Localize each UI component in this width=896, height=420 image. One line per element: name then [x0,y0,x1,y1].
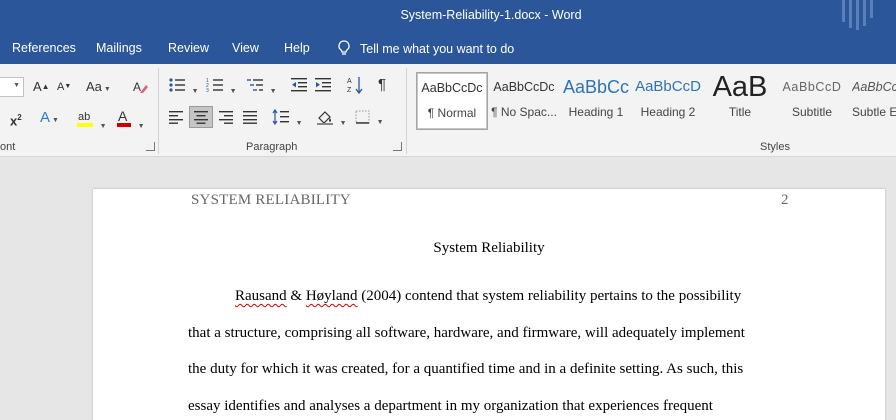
tab-references[interactable]: References [12,41,76,55]
style-title[interactable]: AaB Title [704,72,776,130]
borders-icon[interactable]: ▼ [355,110,384,131]
sort-icon[interactable]: AZ [346,75,364,99]
style-name: Heading 1 [568,105,624,119]
style-preview: AaBbCcD [635,78,701,95]
group-separator [406,68,407,154]
style-preview: AaBbCcD [852,80,896,94]
multilevel-list-icon[interactable]: ▼ [246,77,277,100]
lightbulb-icon [338,40,350,55]
title-bar: System-Reliability-1.docx - Word [0,0,896,34]
font-group-label: ont [0,141,16,153]
document-page[interactable]: SYSTEM RELIABILITY 2 System Reliability … [93,189,885,420]
clear-formatting-icon[interactable]: A [132,79,148,99]
shading-icon[interactable]: ▼ [316,109,347,132]
change-case-icon[interactable]: Aa ▼ [86,79,111,98]
grow-font-icon[interactable]: A▲ [33,79,50,95]
style-normal[interactable]: AaBbCcDc ¶ Normal [416,72,488,130]
highlight-color-swatch [77,123,93,127]
numbering-icon[interactable]: 123 ▼ [206,77,237,100]
style-preview: AaBbCc [562,77,630,97]
document-title: System Reliability [433,240,545,256]
styles-group-label: Styles [760,141,790,153]
font-color-icon[interactable]: A ▼ [116,108,145,135]
spelling-error[interactable]: Rausand [235,288,287,304]
font-dialog-launcher-icon[interactable] [146,142,155,151]
spelling-error[interactable]: Høyland [306,288,358,304]
font-size-box[interactable]: ▼ [0,77,24,97]
increase-indent-icon[interactable] [314,77,332,97]
style-name: Heading 2 [640,105,696,119]
decrease-indent-icon[interactable] [290,77,308,97]
style-name: ¶ Normal [427,106,477,120]
style-name: Title [728,105,752,119]
align-left-icon[interactable] [168,110,184,128]
style-preview: AaBbCcD [782,80,842,94]
style-heading-2[interactable]: AaBbCcD Heading 2 [632,72,704,130]
tab-view[interactable]: View [232,41,259,55]
tell-me-text: Tell me what you want to do [360,41,515,56]
body-line-1[interactable]: Rausand & Høyland (2004) contend that sy… [235,288,741,305]
style-no-spacing[interactable]: AaBbCcDc ¶ No Spac... [488,72,560,130]
tell-me-box[interactable]: Tell me what you want to do [337,40,514,57]
subscript-icon[interactable]: x2 [10,110,22,129]
body-line-2[interactable]: that a structure, comprising all softwar… [188,325,745,342]
running-header: SYSTEM RELIABILITY [191,192,351,208]
bullets-icon[interactable]: ▼ [168,77,199,100]
shrink-font-icon[interactable]: A▼ [57,79,71,95]
style-heading-1[interactable]: AaBbCc Heading 1 [560,72,632,130]
text-run: & [286,288,306,304]
tab-help[interactable]: Help [284,41,310,55]
justify-icon[interactable] [242,110,258,128]
text-run: (2004) contend that system reliability p… [357,288,742,304]
group-separator [158,68,159,154]
font-color-swatch [117,123,131,127]
text-effects-icon[interactable]: A ▼ [40,110,59,129]
svg-text:A: A [133,80,141,94]
style-preview: AaBbCcDc [493,80,555,94]
align-center-icon[interactable] [189,106,213,128]
document-area: SYSTEM RELIABILITY 2 System Reliability … [0,157,896,420]
body-line-3[interactable]: the duty for which it was created, for a… [188,361,743,378]
style-preview: AaBbCcDc [421,81,483,95]
highlight-icon[interactable]: ab ▼ [76,108,107,135]
show-formatting-icon[interactable]: ¶ [378,77,386,93]
style-subtle-emphasis[interactable]: AaBbCcD Subtle E [848,72,896,130]
style-name: Subtitle [791,105,833,119]
style-preview: AaB [712,72,768,102]
svg-text:ab: ab [78,111,90,123]
paragraph-group-label: Paragraph [246,141,298,153]
style-name: ¶ No Spac... [491,105,557,119]
svg-text:3: 3 [206,88,209,93]
ribbon-tabs: References Mailings Review View Help Tel… [0,34,896,64]
ribbon-body: ▼ A▲ A▼ Aa ▼ A x2 A ▼ ab ▼ A ▼ ont ▼ 123 ▼… [0,64,896,157]
tab-review[interactable]: Review [168,41,209,55]
svg-text:A: A [347,78,352,85]
svg-text:Z: Z [347,87,352,94]
tab-mailings[interactable]: Mailings [96,41,142,55]
line-spacing-icon[interactable]: ▼ [272,108,303,132]
paragraph-dialog-launcher-icon[interactable] [393,142,402,151]
coauthor-icon[interactable] [840,0,880,34]
body-line-4[interactable]: essay identifies and analyses a departme… [188,398,713,415]
page-number: 2 [781,192,789,208]
style-name: Subtle E [852,105,896,119]
style-subtitle[interactable]: AaBbCcD Subtitle [776,72,848,130]
window-title: System-Reliability-1.docx - Word [400,8,582,22]
align-right-icon[interactable] [218,110,234,128]
svg-text:A: A [118,108,128,124]
